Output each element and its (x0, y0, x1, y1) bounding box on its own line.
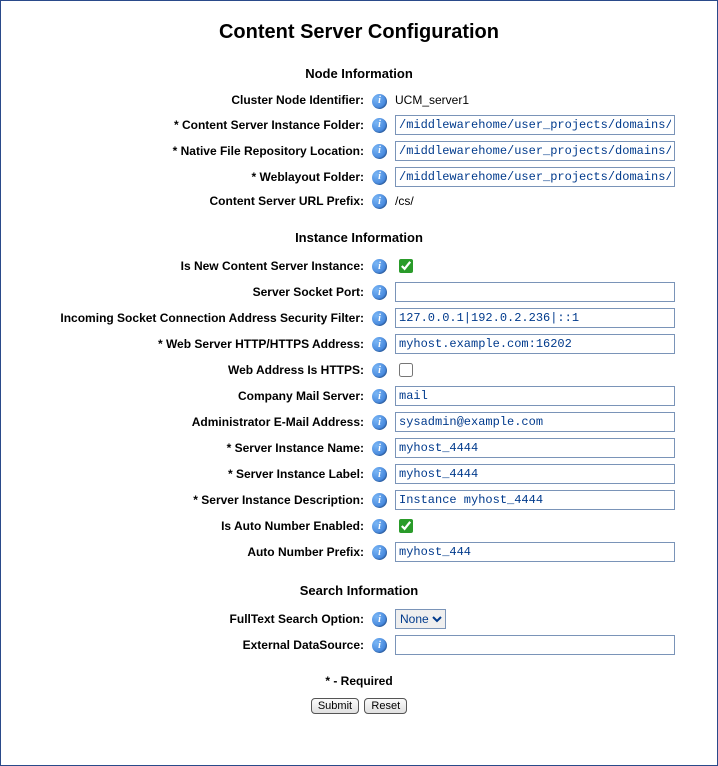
row-company-mail: Company Mail Server: i (6, 383, 712, 409)
label-instance-label: * Server Instance Label: (6, 461, 368, 487)
row-external-datasource: External DataSource: i (6, 632, 712, 658)
info-icon[interactable]: i (372, 389, 387, 404)
page-title: Content Server Configuration (6, 21, 712, 44)
label-security-filter: Incoming Socket Connection Address Secur… (6, 305, 368, 331)
row-security-filter: Incoming Socket Connection Address Secur… (6, 305, 712, 331)
label-external-datasource: External DataSource: (6, 632, 368, 658)
label-instance-folder: * Content Server Instance Folder: (6, 112, 368, 138)
checkbox-auto-number-enabled[interactable] (399, 519, 413, 533)
section-heading-search: Search Information (6, 583, 712, 598)
info-icon[interactable]: i (372, 194, 387, 209)
row-web-server-address: * Web Server HTTP/HTTPS Address: i (6, 331, 712, 357)
button-row: Submit Reset (6, 698, 712, 714)
label-auto-number-enabled: Is Auto Number Enabled: (6, 513, 368, 539)
info-icon[interactable]: i (372, 363, 387, 378)
required-note: * - Required (6, 674, 712, 688)
input-instance-folder[interactable] (395, 115, 675, 135)
info-icon[interactable]: i (372, 94, 387, 109)
node-info-table: Cluster Node Identifier: i UCM_server1 *… (6, 89, 712, 222)
label-admin-email: Administrator E-Mail Address: (6, 409, 368, 435)
label-is-new-instance: Is New Content Server Instance: (6, 253, 368, 279)
info-icon[interactable]: i (372, 285, 387, 300)
info-icon[interactable]: i (372, 467, 387, 482)
input-instance-name[interactable] (395, 438, 675, 458)
select-fulltext-option[interactable]: None (395, 609, 446, 629)
info-icon[interactable]: i (372, 612, 387, 627)
label-weblayout-folder: * Weblayout Folder: (6, 164, 368, 190)
checkbox-is-new-instance[interactable] (399, 259, 413, 273)
submit-button[interactable]: Submit (311, 698, 359, 714)
info-icon[interactable]: i (372, 415, 387, 430)
input-instance-label[interactable] (395, 464, 675, 484)
label-instance-description: * Server Instance Description: (6, 487, 368, 513)
row-auto-number-enabled: Is Auto Number Enabled: i (6, 513, 712, 539)
input-auto-number-prefix[interactable] (395, 542, 675, 562)
info-icon[interactable]: i (372, 441, 387, 456)
row-instance-name: * Server Instance Name: i (6, 435, 712, 461)
info-icon[interactable]: i (372, 311, 387, 326)
input-admin-email[interactable] (395, 412, 675, 432)
label-web-address-https: Web Address Is HTTPS: (6, 357, 368, 383)
input-company-mail[interactable] (395, 386, 675, 406)
row-instance-description: * Server Instance Description: i (6, 487, 712, 513)
label-server-socket-port: Server Socket Port: (6, 279, 368, 305)
input-security-filter[interactable] (395, 308, 675, 328)
reset-button[interactable]: Reset (364, 698, 407, 714)
input-weblayout-folder[interactable] (395, 167, 675, 187)
row-native-file-repo: * Native File Repository Location: i (6, 138, 712, 164)
instance-info-table: Is New Content Server Instance: i Server… (6, 253, 712, 575)
section-heading-node: Node Information (6, 66, 712, 81)
value-url-prefix: /cs/ (395, 194, 414, 208)
row-auto-number-prefix: Auto Number Prefix: i (6, 539, 712, 565)
info-icon[interactable]: i (372, 118, 387, 133)
checkbox-web-address-https[interactable] (399, 363, 413, 377)
value-cluster-node-identifier: UCM_server1 (395, 93, 469, 107)
input-web-server-address[interactable] (395, 334, 675, 354)
section-heading-instance: Instance Information (6, 230, 712, 245)
info-icon[interactable]: i (372, 493, 387, 508)
label-cluster-node-identifier: Cluster Node Identifier: (6, 89, 368, 112)
info-icon[interactable]: i (372, 259, 387, 274)
row-is-new-instance: Is New Content Server Instance: i (6, 253, 712, 279)
info-icon[interactable]: i (372, 144, 387, 159)
info-icon[interactable]: i (372, 170, 387, 185)
label-company-mail: Company Mail Server: (6, 383, 368, 409)
row-url-prefix: Content Server URL Prefix: i /cs/ (6, 190, 712, 213)
label-instance-name: * Server Instance Name: (6, 435, 368, 461)
input-instance-description[interactable] (395, 490, 675, 510)
info-icon[interactable]: i (372, 519, 387, 534)
info-icon[interactable]: i (372, 337, 387, 352)
info-icon[interactable]: i (372, 638, 387, 653)
label-auto-number-prefix: Auto Number Prefix: (6, 539, 368, 565)
row-instance-label: * Server Instance Label: i (6, 461, 712, 487)
label-native-file-repo: * Native File Repository Location: (6, 138, 368, 164)
row-cluster-node-identifier: Cluster Node Identifier: i UCM_server1 (6, 89, 712, 112)
row-weblayout-folder: * Weblayout Folder: i (6, 164, 712, 190)
row-web-address-https: Web Address Is HTTPS: i (6, 357, 712, 383)
info-icon[interactable]: i (372, 545, 387, 560)
label-fulltext-option: FullText Search Option: (6, 606, 368, 632)
input-server-socket-port[interactable] (395, 282, 675, 302)
label-web-server-address: * Web Server HTTP/HTTPS Address: (6, 331, 368, 357)
search-info-table: FullText Search Option: i None External … (6, 606, 712, 658)
input-external-datasource[interactable] (395, 635, 675, 655)
row-admin-email: Administrator E-Mail Address: i (6, 409, 712, 435)
row-fulltext-option: FullText Search Option: i None (6, 606, 712, 632)
input-native-file-repo[interactable] (395, 141, 675, 161)
row-server-socket-port: Server Socket Port: i (6, 279, 712, 305)
config-form-container: Content Server Configuration Node Inform… (0, 0, 718, 766)
row-instance-folder: * Content Server Instance Folder: i (6, 112, 712, 138)
label-url-prefix: Content Server URL Prefix: (6, 190, 368, 213)
